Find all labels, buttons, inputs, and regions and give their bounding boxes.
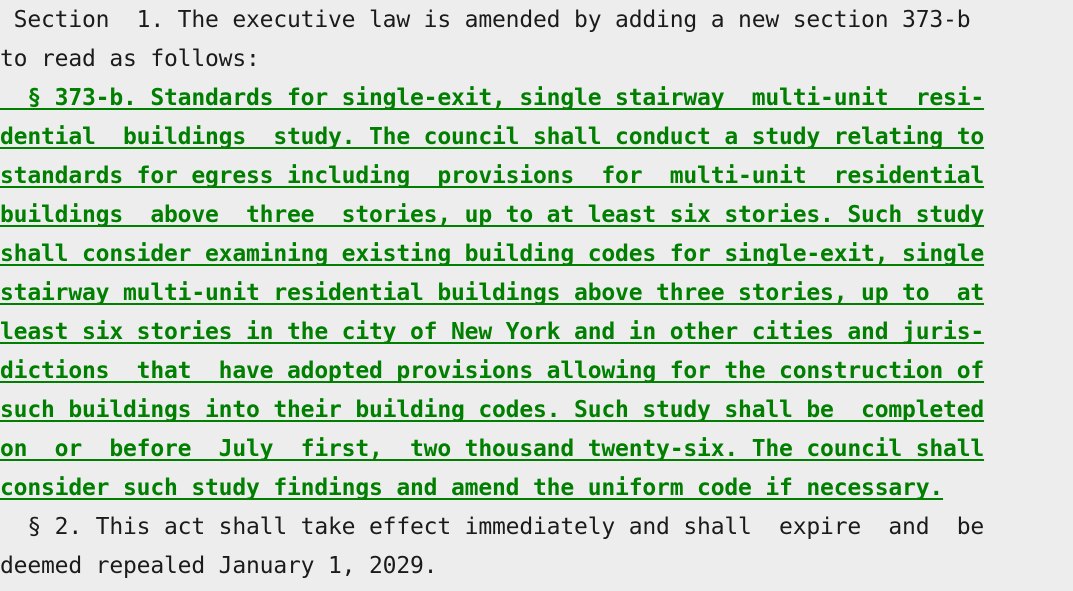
bill-line-plain: deemed repealed January 1, 2029. bbox=[0, 553, 438, 579]
bill-line-added: on or before July first, two thousand tw… bbox=[0, 436, 985, 462]
bill-line-added: buildings above three stories, up to at … bbox=[0, 202, 985, 228]
bill-line-added: stairway multi-unit residential building… bbox=[0, 280, 985, 306]
bill-text-body: Section 1. The executive law is amended … bbox=[0, 1, 1073, 586]
bill-line-added: § 373-b. Standards for single-exit, sing… bbox=[0, 85, 985, 111]
bill-text-page: Section 1. The executive law is amended … bbox=[0, 0, 1073, 591]
bill-line-plain: Section 1. The executive law is amended … bbox=[0, 7, 971, 33]
bill-line-plain: to read as follows: bbox=[0, 46, 260, 72]
bill-line-added: dential buildings study. The council sha… bbox=[0, 124, 985, 150]
bill-line-plain: § 2. This act shall take effect immediat… bbox=[0, 514, 985, 540]
bill-line-added: least six stories in the city of New Yor… bbox=[0, 319, 985, 345]
bill-line-added: consider such study findings and amend t… bbox=[0, 475, 944, 501]
bill-line-added: shall consider examining existing buildi… bbox=[0, 241, 985, 267]
bill-line-added: dictions that have adopted provisions al… bbox=[0, 358, 985, 384]
bill-line-added: standards for egress including provision… bbox=[0, 163, 985, 189]
bill-line-added: such buildings into their building codes… bbox=[0, 397, 985, 423]
